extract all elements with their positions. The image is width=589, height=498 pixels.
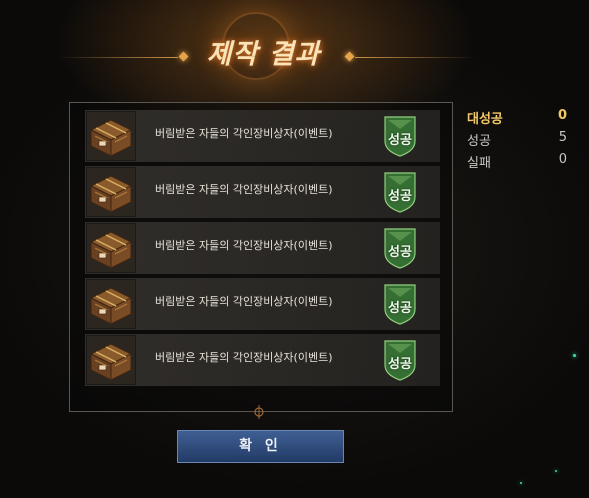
- treasure-chest-icon: [86, 279, 136, 329]
- stat-label: 실패: [467, 156, 491, 171]
- item-name: 버림받은 자들의 각인장비상자(이벤트): [155, 239, 333, 252]
- treasure-chest-icon: [86, 335, 136, 385]
- treasure-chest-icon: [86, 167, 136, 217]
- confirm-button[interactable]: 확 인: [177, 430, 344, 463]
- result-row: 버림받은 자들의 각인장비상자(이벤트) 성공: [85, 166, 440, 218]
- stat-value: 5: [558, 130, 567, 145]
- item-name: 버림받은 자들의 각인장비상자(이벤트): [155, 183, 333, 196]
- result-list-panel: 버림받은 자들의 각인장비상자(이벤트) 성공 버림받은 자들의 각인장비상자(…: [69, 102, 453, 412]
- success-badge-label: 성공: [388, 189, 412, 204]
- treasure-chest-icon: [86, 111, 136, 161]
- success-badge-label: 성공: [388, 301, 412, 316]
- success-badge: 성공: [383, 339, 417, 381]
- result-row: 버림받은 자들의 각인장비상자(이벤트) 성공: [85, 278, 440, 330]
- sparkle-particle: [573, 354, 576, 357]
- bottom-ornament-icon: [252, 404, 266, 419]
- success-badge: 성공: [383, 283, 417, 325]
- stat-label: 대성공: [467, 112, 503, 127]
- dialog-title: 제작 결과: [206, 39, 321, 70]
- success-badge: 성공: [383, 171, 417, 213]
- sparkle-particle: [520, 482, 522, 484]
- success-badge: 성공: [383, 227, 417, 269]
- stat-failure: 실패 0: [467, 152, 567, 174]
- item-name: 버림받은 자들의 각인장비상자(이벤트): [155, 127, 333, 140]
- treasure-chest-icon: [86, 223, 136, 273]
- stat-value: 0: [558, 152, 567, 167]
- result-stats: 대성공 0 성공 5 실패 0: [467, 108, 567, 174]
- stat-value: 0: [557, 108, 567, 123]
- sparkle-particle: [555, 470, 557, 472]
- success-badge-label: 성공: [388, 357, 412, 372]
- item-name: 버림받은 자들의 각인장비상자(이벤트): [155, 351, 333, 364]
- result-row: 버림받은 자들의 각인장비상자(이벤트) 성공: [85, 222, 440, 274]
- success-badge: 성공: [383, 115, 417, 157]
- success-badge-label: 성공: [388, 245, 412, 260]
- item-name: 버림받은 자들의 각인장비상자(이벤트): [155, 295, 333, 308]
- stat-great-success: 대성공 0: [467, 108, 567, 130]
- success-badge-label: 성공: [388, 133, 412, 148]
- result-row: 버림받은 자들의 각인장비상자(이벤트) 성공: [85, 110, 440, 162]
- result-row: 버림받은 자들의 각인장비상자(이벤트) 성공: [85, 334, 440, 386]
- stat-label: 성공: [467, 134, 491, 149]
- stat-success: 성공 5: [467, 130, 567, 152]
